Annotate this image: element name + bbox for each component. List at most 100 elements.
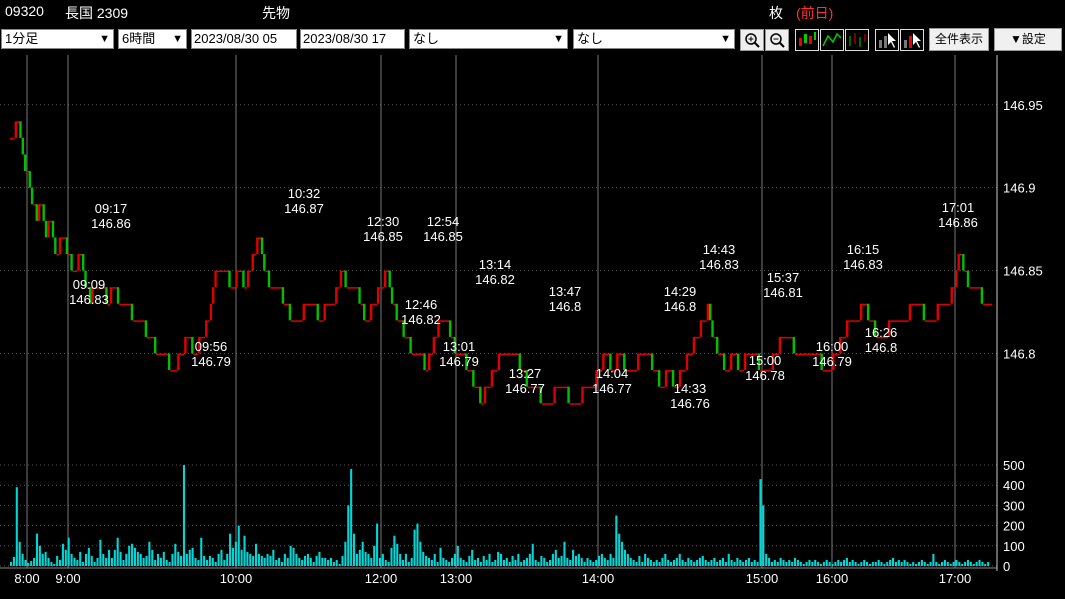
span-select[interactable]: 6時間 ▼ bbox=[118, 29, 187, 49]
volume-bar bbox=[194, 557, 197, 566]
candle bbox=[472, 370, 475, 387]
candle bbox=[114, 287, 117, 289]
candle bbox=[655, 370, 658, 372]
volume-bar bbox=[952, 561, 955, 566]
candle-chart-button[interactable] bbox=[795, 29, 819, 51]
volume-bar bbox=[877, 559, 880, 566]
show-all-button[interactable]: 全件表示 bbox=[929, 28, 989, 51]
candle bbox=[734, 353, 737, 355]
price-annotation: 13:47146.8 bbox=[549, 284, 582, 314]
candle bbox=[393, 303, 396, 306]
volume-bar bbox=[430, 559, 433, 566]
candle bbox=[904, 320, 907, 322]
settings-button[interactable]: ▼設定 bbox=[994, 28, 1062, 51]
annotation-price: 146.83 bbox=[843, 257, 883, 272]
candle bbox=[969, 287, 972, 289]
candle bbox=[783, 336, 786, 339]
volume-bar bbox=[938, 563, 941, 566]
interval-select[interactable]: 1分足 ▼ bbox=[1, 29, 114, 49]
annotation-time: 10:32 bbox=[288, 186, 321, 201]
candle bbox=[957, 254, 960, 271]
volume-bar bbox=[208, 555, 211, 566]
volume-bar bbox=[459, 557, 462, 566]
end-datetime-input[interactable]: 2023/08/30 17 bbox=[300, 29, 405, 49]
annotation-price: 146.79 bbox=[439, 354, 479, 369]
price-chart[interactable]: 09:17146.8609:09146.8310:32146.8709:5614… bbox=[0, 53, 1065, 599]
candle bbox=[641, 353, 645, 355]
candle bbox=[151, 336, 155, 339]
candle bbox=[446, 320, 449, 322]
candle bbox=[808, 353, 812, 355]
indicator2-select[interactable]: なし ▼ bbox=[573, 29, 735, 49]
candle bbox=[267, 270, 271, 288]
candle bbox=[383, 270, 387, 288]
volume-bar bbox=[87, 547, 90, 566]
candle bbox=[441, 320, 445, 322]
volume-bar bbox=[70, 553, 73, 566]
candle bbox=[500, 353, 503, 355]
candle bbox=[225, 270, 229, 273]
delete-line-button[interactable] bbox=[900, 29, 924, 51]
line-chart-button[interactable] bbox=[820, 29, 844, 51]
volume-bar bbox=[808, 559, 811, 566]
candle bbox=[265, 270, 268, 273]
volume-bar bbox=[145, 555, 148, 566]
volume-bar bbox=[324, 557, 327, 566]
candle bbox=[109, 287, 113, 304]
zoom-out-button[interactable] bbox=[765, 29, 789, 51]
annotation-time: 14:04 bbox=[596, 366, 629, 381]
volume-bar bbox=[969, 561, 972, 566]
volume-bar bbox=[684, 561, 687, 566]
volume-bar bbox=[549, 559, 552, 566]
zoom-in-button[interactable] bbox=[740, 29, 764, 51]
zoom-in-icon bbox=[745, 33, 760, 48]
volume-bar bbox=[47, 557, 50, 566]
volume-bar bbox=[465, 561, 468, 566]
volume-bar bbox=[442, 557, 445, 566]
candle bbox=[806, 353, 809, 355]
volume-bar bbox=[50, 561, 53, 566]
volume-bar bbox=[122, 559, 125, 566]
volume-bar bbox=[791, 561, 794, 566]
candle bbox=[297, 320, 301, 322]
volume-bar bbox=[572, 549, 575, 566]
candle bbox=[212, 287, 215, 304]
candle bbox=[362, 303, 366, 321]
volume-bar bbox=[819, 563, 823, 566]
candle bbox=[850, 320, 854, 322]
volume-bar bbox=[329, 557, 333, 566]
trend-line-button[interactable] bbox=[875, 29, 899, 51]
candle bbox=[12, 137, 15, 140]
volume-bar bbox=[569, 559, 572, 566]
candle bbox=[702, 320, 705, 322]
volume-bar bbox=[661, 557, 664, 566]
candle bbox=[323, 303, 326, 321]
price-annotation: 15:37146.81 bbox=[763, 270, 803, 300]
volume-bar bbox=[618, 533, 621, 566]
candle bbox=[188, 336, 192, 339]
volume-bar bbox=[280, 561, 284, 566]
price-annotation: 17:01146.86 bbox=[938, 200, 978, 230]
volume-bar bbox=[116, 537, 119, 566]
bar-chart-button[interactable] bbox=[845, 29, 869, 51]
volume-bar bbox=[817, 561, 820, 566]
volume-bar bbox=[730, 559, 733, 566]
volume-tick-label: 400 bbox=[1003, 478, 1025, 493]
candle bbox=[44, 220, 48, 238]
candle bbox=[985, 303, 988, 306]
price-annotations: 09:17146.8609:09146.8310:32146.8709:5614… bbox=[69, 186, 978, 411]
volume-bar bbox=[64, 549, 67, 566]
start-datetime-input[interactable]: 2023/08/30 05 bbox=[191, 29, 297, 49]
indicator1-select[interactable]: なし ▼ bbox=[409, 29, 568, 49]
annotation-time: 16:26 bbox=[865, 325, 898, 340]
volume-bar bbox=[393, 535, 396, 566]
volume-bar bbox=[540, 555, 543, 566]
volume-bar bbox=[278, 557, 281, 566]
candle bbox=[349, 287, 352, 289]
volume-bar bbox=[837, 559, 840, 566]
annotation-time: 13:01 bbox=[443, 339, 476, 354]
candle bbox=[68, 254, 71, 256]
volume-bar bbox=[514, 559, 517, 566]
candle bbox=[571, 403, 575, 405]
volume-bar bbox=[381, 553, 384, 566]
